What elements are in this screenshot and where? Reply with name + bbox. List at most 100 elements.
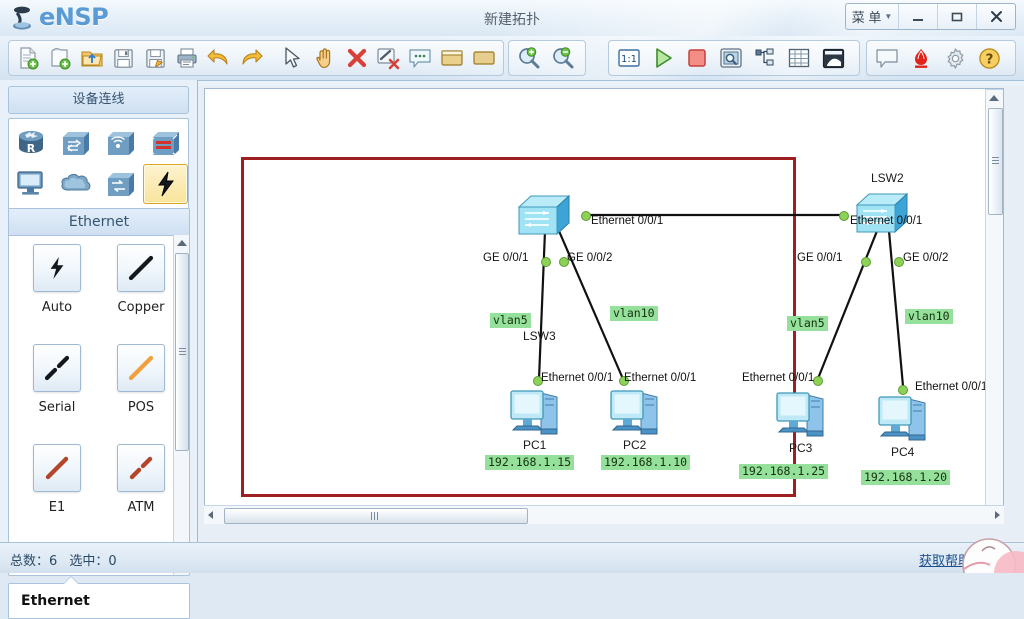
save-button[interactable] [108, 42, 140, 74]
start-all-button[interactable] [646, 42, 680, 74]
node-lsw3[interactable] [517, 193, 573, 240]
device-cloud[interactable] [54, 164, 99, 202]
capture-icon [720, 48, 742, 68]
link-atm-label: ATM [127, 500, 155, 515]
undo-button[interactable] [203, 42, 235, 74]
stop-all-button[interactable] [680, 42, 714, 74]
hand-icon [315, 48, 330, 69]
packet-capture-button[interactable] [714, 42, 748, 74]
canvas-vertical-scrollbar[interactable] [985, 89, 1003, 519]
tag-vlan10-right[interactable]: vlan10 [905, 309, 953, 324]
pan-tool-button[interactable] [309, 42, 341, 74]
link-copper[interactable]: Copper [99, 244, 183, 344]
filled-rectangle-icon [473, 51, 495, 65]
iface-pc2-e0-0-1: Ethernet 0/0/1 [624, 372, 697, 384]
select-tool-button[interactable] [277, 42, 309, 74]
device-connection[interactable] [143, 164, 188, 204]
canvas-scroll-right-arrow-icon[interactable] [995, 511, 1000, 519]
toolbar-zoom-group [508, 40, 586, 76]
huawei-button[interactable] [904, 42, 938, 74]
link-auto-label: Auto [41, 300, 73, 315]
menu-button[interactable]: 菜 单 ▼ [846, 4, 899, 29]
topology-canvas[interactable]: LSW3 LSW2 PC1 PC2 PC3 PC4 Ethernet 0/0/1… [204, 88, 1004, 520]
remove-link-button[interactable] [372, 42, 404, 74]
node-pc2[interactable] [605, 385, 667, 444]
device-router[interactable]: R [9, 124, 54, 162]
save-as-button[interactable] [139, 42, 171, 74]
settings-button[interactable] [938, 42, 972, 74]
tag-vlan5-right[interactable]: vlan5 [787, 316, 828, 331]
tag-vlan5-left[interactable]: vlan5 [490, 313, 531, 328]
tag-pc4-ip[interactable]: 192.168.1.20 [861, 470, 951, 485]
tag-pc1-ip[interactable]: 192.168.1.15 [485, 455, 575, 470]
minimize-button[interactable] [899, 4, 938, 29]
note-icon [409, 49, 431, 68]
add-shape-button[interactable] [436, 42, 468, 74]
device-firewall[interactable] [143, 124, 188, 162]
cursor-icon [285, 47, 300, 68]
tag-vlan10-left[interactable]: vlan10 [610, 306, 658, 321]
node-pc3-label: PC3 [789, 441, 813, 455]
canvas-vertical-scroll-thumb[interactable] [988, 108, 1003, 215]
main-toolbar: 1:1 ? [0, 36, 1024, 81]
scroll-up-arrow-icon[interactable] [177, 240, 187, 246]
help-button[interactable]: ? [972, 42, 1006, 74]
port-lsw2-e1[interactable] [839, 211, 849, 221]
device-switch[interactable] [54, 124, 99, 162]
link-panel-scroll-thumb[interactable] [175, 253, 189, 451]
link-lsw2-pc4[interactable] [887, 230, 905, 387]
zoom-out-button[interactable] [546, 42, 580, 74]
lightning-link-icon [157, 171, 174, 197]
help-feedback-link[interactable]: 获取帮助与反馈 [919, 550, 1010, 569]
link-copper-label: Copper [117, 300, 165, 315]
link-e1[interactable]: E1 [15, 444, 99, 544]
device-custom[interactable] [99, 164, 144, 202]
fill-shape-button[interactable] [468, 42, 500, 74]
port-lsw2-ge1[interactable] [861, 257, 871, 267]
link-auto[interactable]: Auto [15, 244, 99, 344]
port-pc4-e1[interactable] [898, 385, 908, 395]
new-device-button[interactable] [44, 42, 76, 74]
device-wlan[interactable] [99, 124, 144, 162]
actual-size-button[interactable]: 1:1 [612, 42, 646, 74]
canvas-scroll-up-arrow-icon[interactable] [989, 95, 999, 101]
topology-tree-button[interactable] [748, 42, 782, 74]
add-note-button[interactable] [404, 42, 436, 74]
print-button[interactable] [171, 42, 203, 74]
link-atm[interactable]: ATM [99, 444, 183, 544]
canvas-scroll-left-arrow-icon[interactable] [208, 511, 213, 519]
delete-button[interactable] [341, 42, 373, 74]
tag-pc3-ip[interactable]: 192.168.1.25 [739, 464, 829, 479]
device-endpoint[interactable] [9, 164, 54, 202]
close-button[interactable] [977, 4, 1015, 29]
link-panel-scrollbar[interactable] [173, 235, 189, 575]
svg-text:1:1: 1:1 [621, 54, 637, 65]
grid-button[interactable] [782, 42, 816, 74]
link-lsw3-pc1[interactable] [537, 230, 547, 380]
scroll-grip-icon [179, 348, 186, 355]
chat-button[interactable] [870, 42, 904, 74]
node-pc3[interactable] [771, 387, 833, 446]
port-lsw3-e1[interactable] [581, 211, 591, 221]
active-link-tab[interactable]: Ethernet [8, 583, 190, 619]
canvas-horizontal-scroll-thumb[interactable] [224, 508, 528, 524]
link-pos[interactable]: POS [99, 344, 183, 444]
maximize-button[interactable] [938, 4, 977, 29]
background-button[interactable] [816, 42, 850, 74]
redo-button[interactable] [235, 42, 267, 74]
undo-icon [207, 49, 228, 65]
canvas-horizontal-scrollbar[interactable] [204, 505, 1004, 524]
node-pc4[interactable] [873, 391, 935, 450]
port-lsw3-ge1[interactable] [541, 257, 551, 267]
router-icon: R [19, 131, 44, 155]
open-button[interactable] [76, 42, 108, 74]
iface-lsw2-ge0-0-2: GE 0/0/2 [903, 252, 949, 264]
node-pc1[interactable] [505, 385, 567, 444]
zoom-in-button[interactable] [512, 42, 546, 74]
new-topology-button[interactable] [12, 42, 44, 74]
port-pc3-e1[interactable] [813, 376, 823, 386]
link-serial[interactable]: Serial [15, 344, 99, 444]
window-controls: 菜 单 ▼ [845, 3, 1016, 30]
redo-icon [242, 49, 263, 65]
tag-pc2-ip[interactable]: 192.168.1.10 [601, 455, 691, 470]
